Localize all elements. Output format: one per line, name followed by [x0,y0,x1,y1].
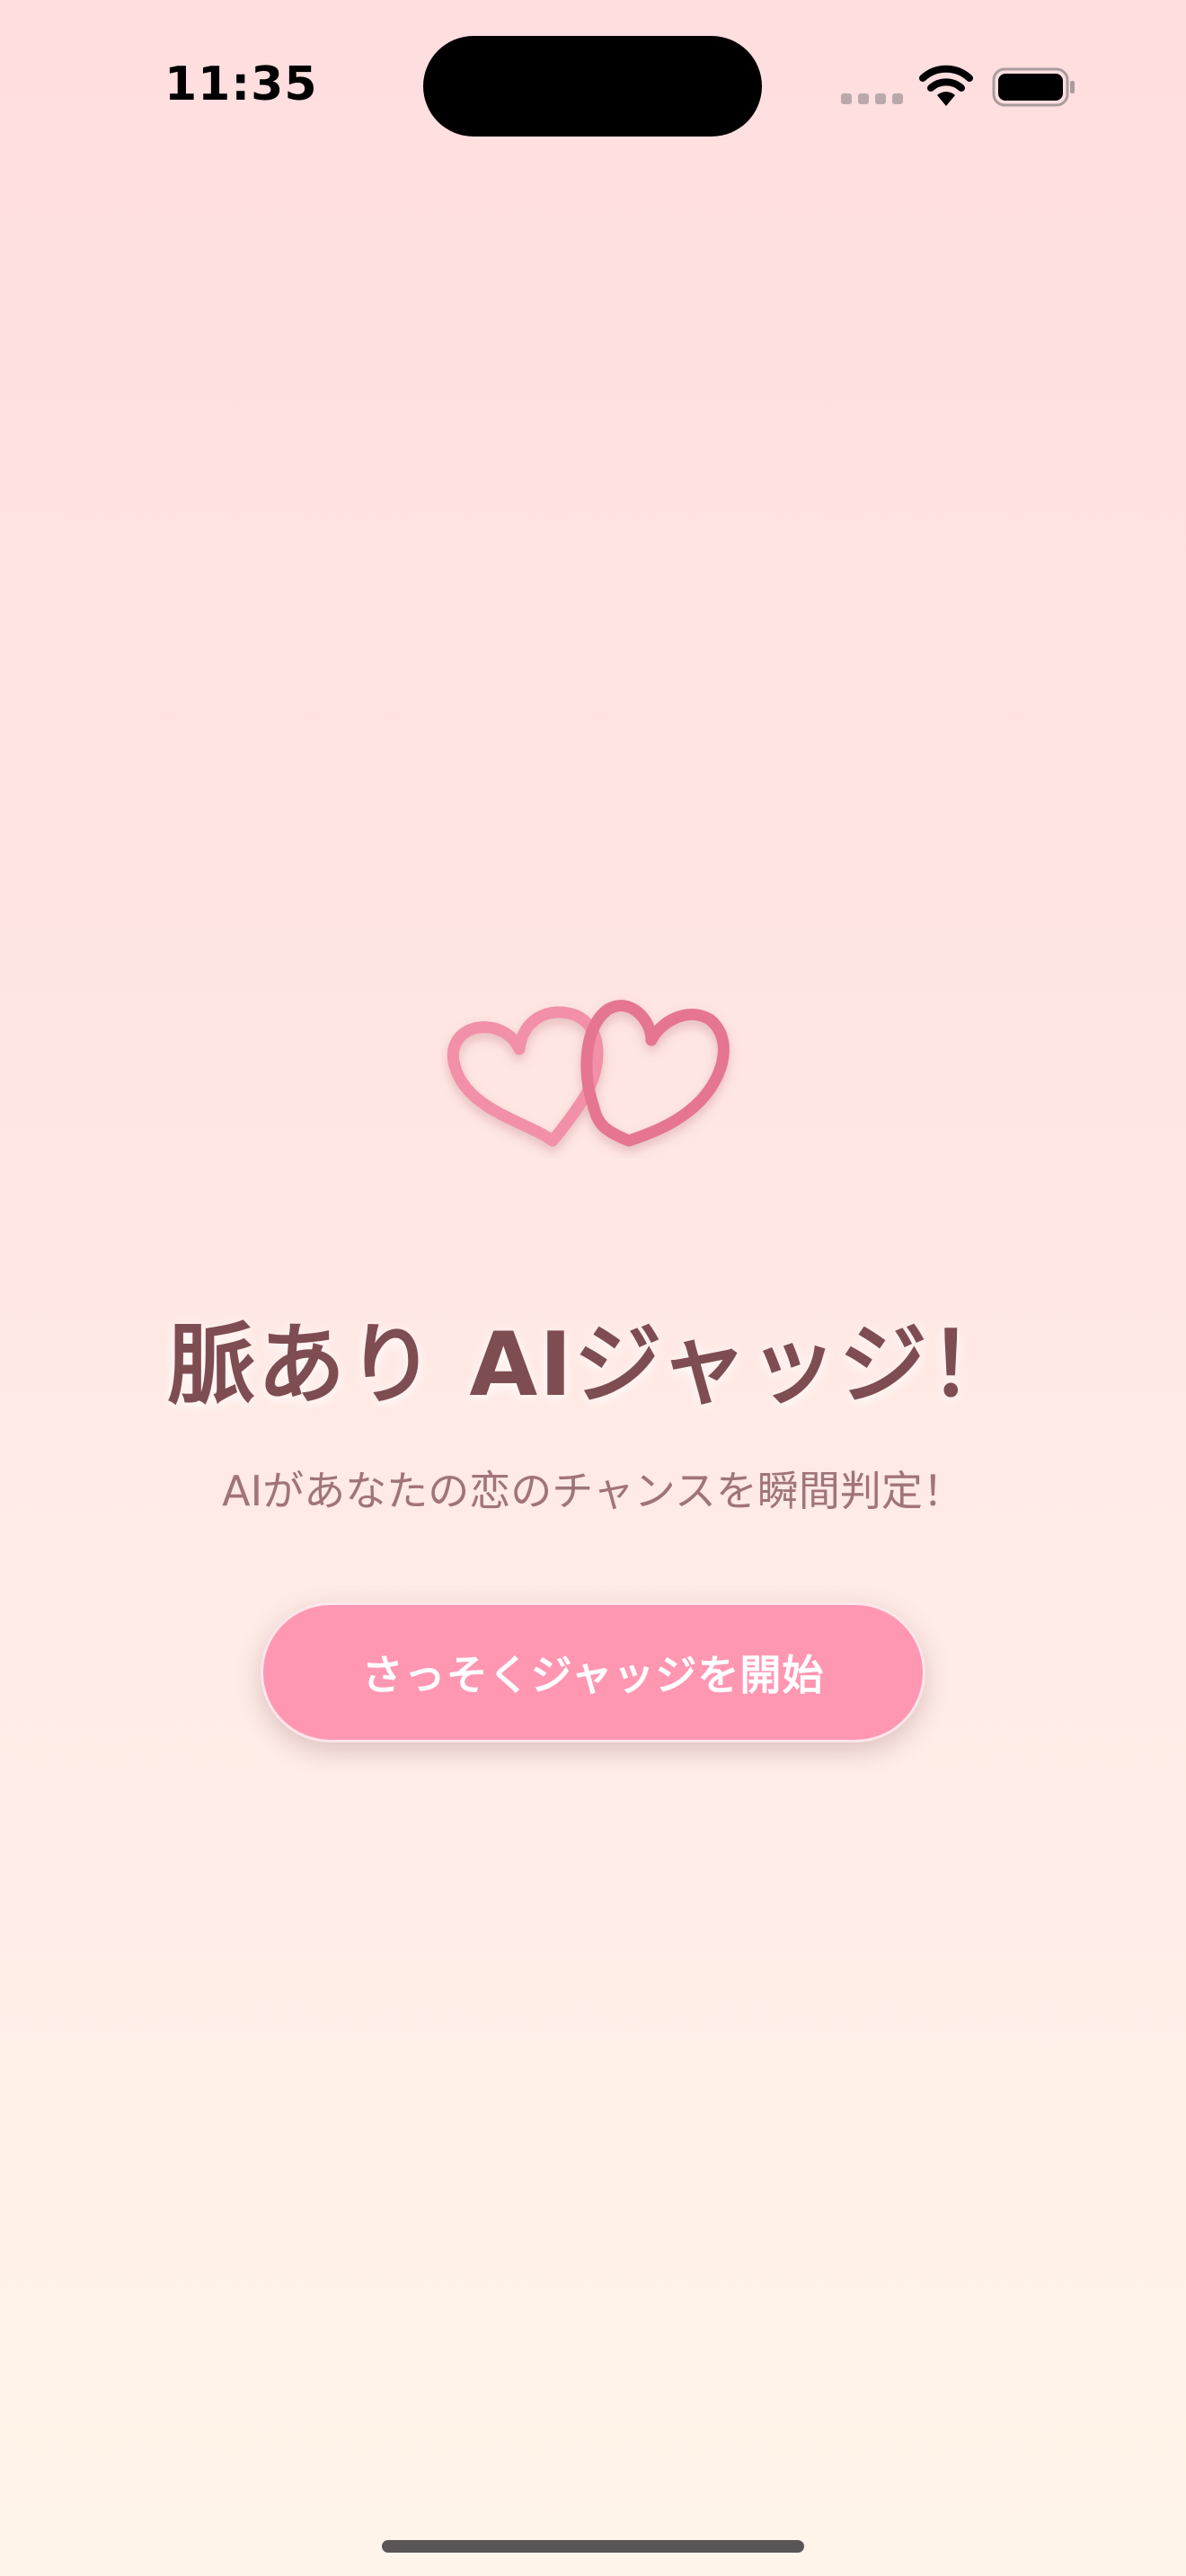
app-title: 脈あり AIジャッジ！ [167,1314,1019,1416]
status-time: 11:35 [164,57,318,111]
dynamic-island [423,36,762,137]
signal-icon [841,93,904,106]
hearts-icon [447,1000,730,1147]
start-judge-button-label: さっそくジャッジを開始 [361,1651,825,1699]
wifi-icon [919,65,973,106]
battery-icon [992,67,1075,107]
start-judge-button[interactable]: さっそくジャッジを開始 [261,1602,925,1742]
app-subtitle: AIがあなたの恋のチャンスを瞬間判定！ [222,1467,964,1515]
status-bar: 11:35 [0,0,1186,180]
home-indicator[interactable] [382,2540,804,2553]
